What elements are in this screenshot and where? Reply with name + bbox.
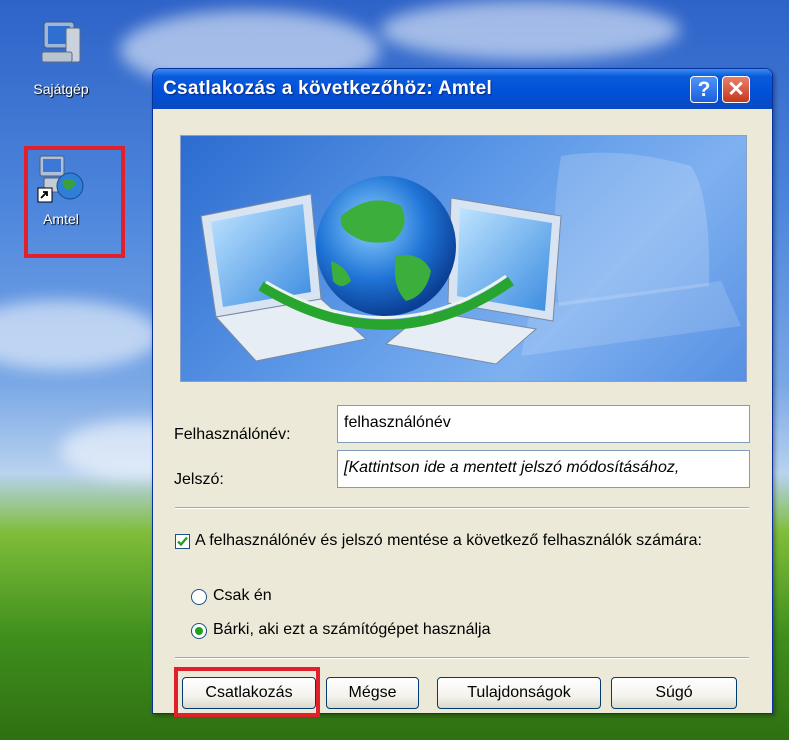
connection-banner-image: [180, 135, 747, 382]
close-button[interactable]: ✕: [722, 76, 750, 103]
close-icon: ✕: [727, 78, 745, 101]
username-field[interactable]: felhasználónév: [337, 405, 750, 443]
properties-button[interactable]: Tulajdonságok: [437, 677, 601, 709]
radio-anyone-label[interactable]: Bárki, aki ezt a számítógépet használja: [213, 621, 490, 639]
separator: [175, 507, 749, 509]
checkmark-icon: [177, 536, 188, 547]
cancel-button[interactable]: Mégse: [326, 677, 419, 709]
desktop-icon-my-computer[interactable]: Sajátgép: [16, 20, 106, 97]
help-title-button[interactable]: ?: [690, 76, 718, 103]
save-credentials-checkbox[interactable]: [175, 534, 190, 549]
connect-dialog: Csatlakozás a következőhöz: Amtel ? ✕ Fe…: [152, 68, 773, 714]
amtel-highlight-box: [24, 146, 125, 258]
radio-anyone[interactable]: [191, 623, 207, 639]
username-label: Felhasználónév:: [174, 426, 291, 443]
save-credentials-label: A felhasználónév és jelszó mentése a köv…: [195, 532, 702, 549]
connect-highlight-box: [174, 667, 320, 717]
computer-icon: [41, 21, 81, 63]
desktop-icon-label: Sajátgép: [33, 81, 89, 97]
password-field[interactable]: [Kattintson ide a mentett jelszó módosít…: [337, 450, 750, 488]
dialog-titlebar[interactable]: Csatlakozás a következőhöz: Amtel ? ✕: [153, 69, 772, 109]
globe-laptops-illustration: [200, 152, 741, 365]
radio-selected-dot: [195, 627, 203, 635]
cloud: [380, 0, 680, 60]
help-button[interactable]: Súgó: [611, 677, 737, 709]
cloud: [0, 300, 160, 370]
separator: [175, 657, 749, 659]
radio-only-me[interactable]: [191, 589, 207, 605]
dialog-title: Csatlakozás a következőhöz: Amtel: [163, 78, 493, 99]
password-label: Jelszó:: [174, 471, 224, 488]
question-mark-icon: ?: [697, 78, 711, 101]
radio-only-me-label[interactable]: Csak én: [213, 587, 272, 605]
